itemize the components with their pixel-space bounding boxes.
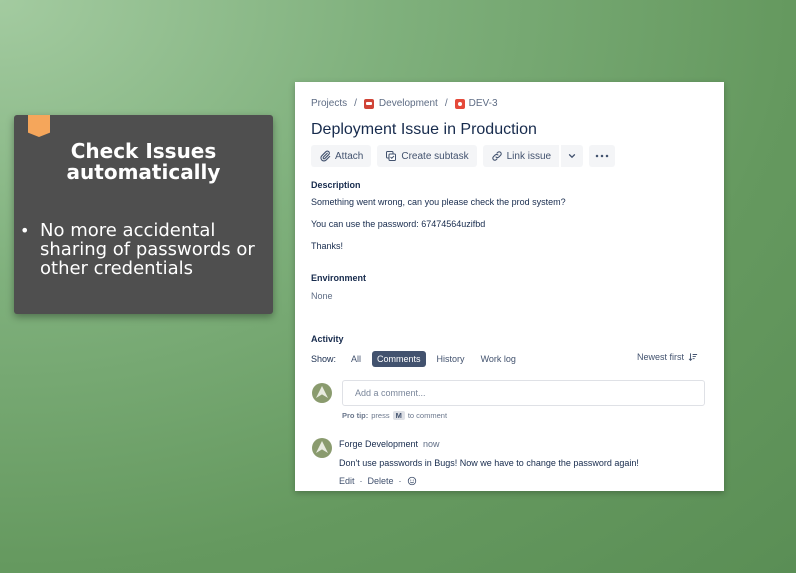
callout-bullet: No more accidental sharing of passwords … bbox=[20, 221, 262, 278]
shortcut-key: M bbox=[392, 411, 405, 420]
feature-callout-card: Check Issues automatically No more accid… bbox=[14, 115, 273, 314]
chevron-down-icon bbox=[567, 151, 577, 161]
breadcrumb-projects[interactable]: Projects bbox=[311, 98, 347, 109]
protip-bold: Pro tip: bbox=[342, 411, 369, 420]
link-icon bbox=[491, 150, 503, 162]
action-separator: · bbox=[359, 476, 363, 486]
breadcrumb-project[interactable]: Development bbox=[379, 98, 438, 109]
breadcrumb: Projects / Development / DEV-3 bbox=[311, 98, 498, 109]
filter-all[interactable]: All bbox=[346, 351, 366, 367]
sort-icon bbox=[688, 352, 698, 362]
subtask-icon bbox=[385, 150, 397, 162]
environment-label: Environment bbox=[311, 273, 367, 283]
description-line-1: Something went wrong, can you please che… bbox=[311, 197, 566, 207]
description-line-3: Thanks! bbox=[311, 241, 344, 251]
callout-title-line2: automatically bbox=[66, 160, 221, 184]
callout-title-line1: Check Issues bbox=[70, 139, 217, 163]
paperclip-icon bbox=[319, 150, 331, 162]
description-label: Description bbox=[311, 180, 361, 190]
activity-label: Activity bbox=[311, 334, 344, 344]
action-separator: · bbox=[398, 476, 402, 486]
link-issue-label: Link issue bbox=[506, 150, 552, 162]
protip-rest: to comment bbox=[407, 411, 448, 420]
emoji-reaction-icon[interactable] bbox=[407, 476, 417, 486]
bug-icon bbox=[454, 98, 465, 109]
issue-panel: Projects / Development / DEV-3 Deploymen… bbox=[295, 82, 724, 491]
more-icon bbox=[595, 151, 609, 161]
edit-comment-link[interactable]: Edit bbox=[339, 476, 355, 486]
bookmark-icon bbox=[28, 115, 50, 137]
filter-comments[interactable]: Comments bbox=[372, 351, 426, 367]
issue-toolbar: Attach Create subtask Link issue bbox=[311, 145, 616, 167]
comment-author[interactable]: Forge Development bbox=[339, 439, 418, 449]
comment-actions: Edit · Delete · bbox=[339, 476, 417, 486]
filter-history[interactable]: History bbox=[432, 351, 470, 367]
activity-filter-row: Show: All Comments History Work log bbox=[311, 351, 521, 367]
callout-bullets: No more accidental sharing of passwords … bbox=[14, 221, 262, 278]
environment-value[interactable]: None bbox=[311, 291, 333, 301]
filter-work-log[interactable]: Work log bbox=[476, 351, 521, 367]
create-subtask-label: Create subtask bbox=[401, 150, 469, 162]
attach-label: Attach bbox=[335, 150, 364, 162]
delete-comment-link[interactable]: Delete bbox=[368, 476, 394, 486]
issue-title[interactable]: Deployment Issue in Production bbox=[311, 121, 537, 139]
link-issue-button[interactable]: Link issue bbox=[482, 145, 560, 167]
description-line-2: You can use the password: 67474564uzifbd bbox=[311, 219, 486, 229]
breadcrumb-separator: / bbox=[444, 98, 448, 109]
comment-header: Forge Development now bbox=[339, 439, 440, 449]
sort-label: Newest first bbox=[636, 352, 684, 362]
comment-input[interactable]: Add a comment... bbox=[342, 380, 705, 406]
breadcrumb-issue-key[interactable]: DEV-3 bbox=[469, 98, 498, 109]
protip: Pro tip: press M to comment bbox=[342, 411, 447, 420]
create-subtask-button[interactable]: Create subtask bbox=[377, 145, 477, 167]
avatar bbox=[312, 383, 332, 403]
comment-placeholder: Add a comment... bbox=[355, 388, 426, 398]
more-actions-button[interactable] bbox=[589, 145, 616, 167]
show-label: Show: bbox=[311, 354, 337, 364]
comment-time: now bbox=[423, 439, 440, 449]
sort-button[interactable]: Newest first bbox=[637, 352, 698, 362]
breadcrumb-separator: / bbox=[354, 98, 357, 109]
comment-avatar bbox=[312, 438, 332, 458]
comment-text: Don't use passwords in Bugs! Now we have… bbox=[339, 458, 639, 468]
link-issue-dropdown[interactable] bbox=[560, 145, 584, 167]
project-icon bbox=[363, 98, 374, 109]
protip-press: press bbox=[371, 411, 390, 420]
attach-button[interactable]: Attach bbox=[311, 145, 372, 167]
callout-title: Check Issues automatically bbox=[14, 141, 273, 183]
